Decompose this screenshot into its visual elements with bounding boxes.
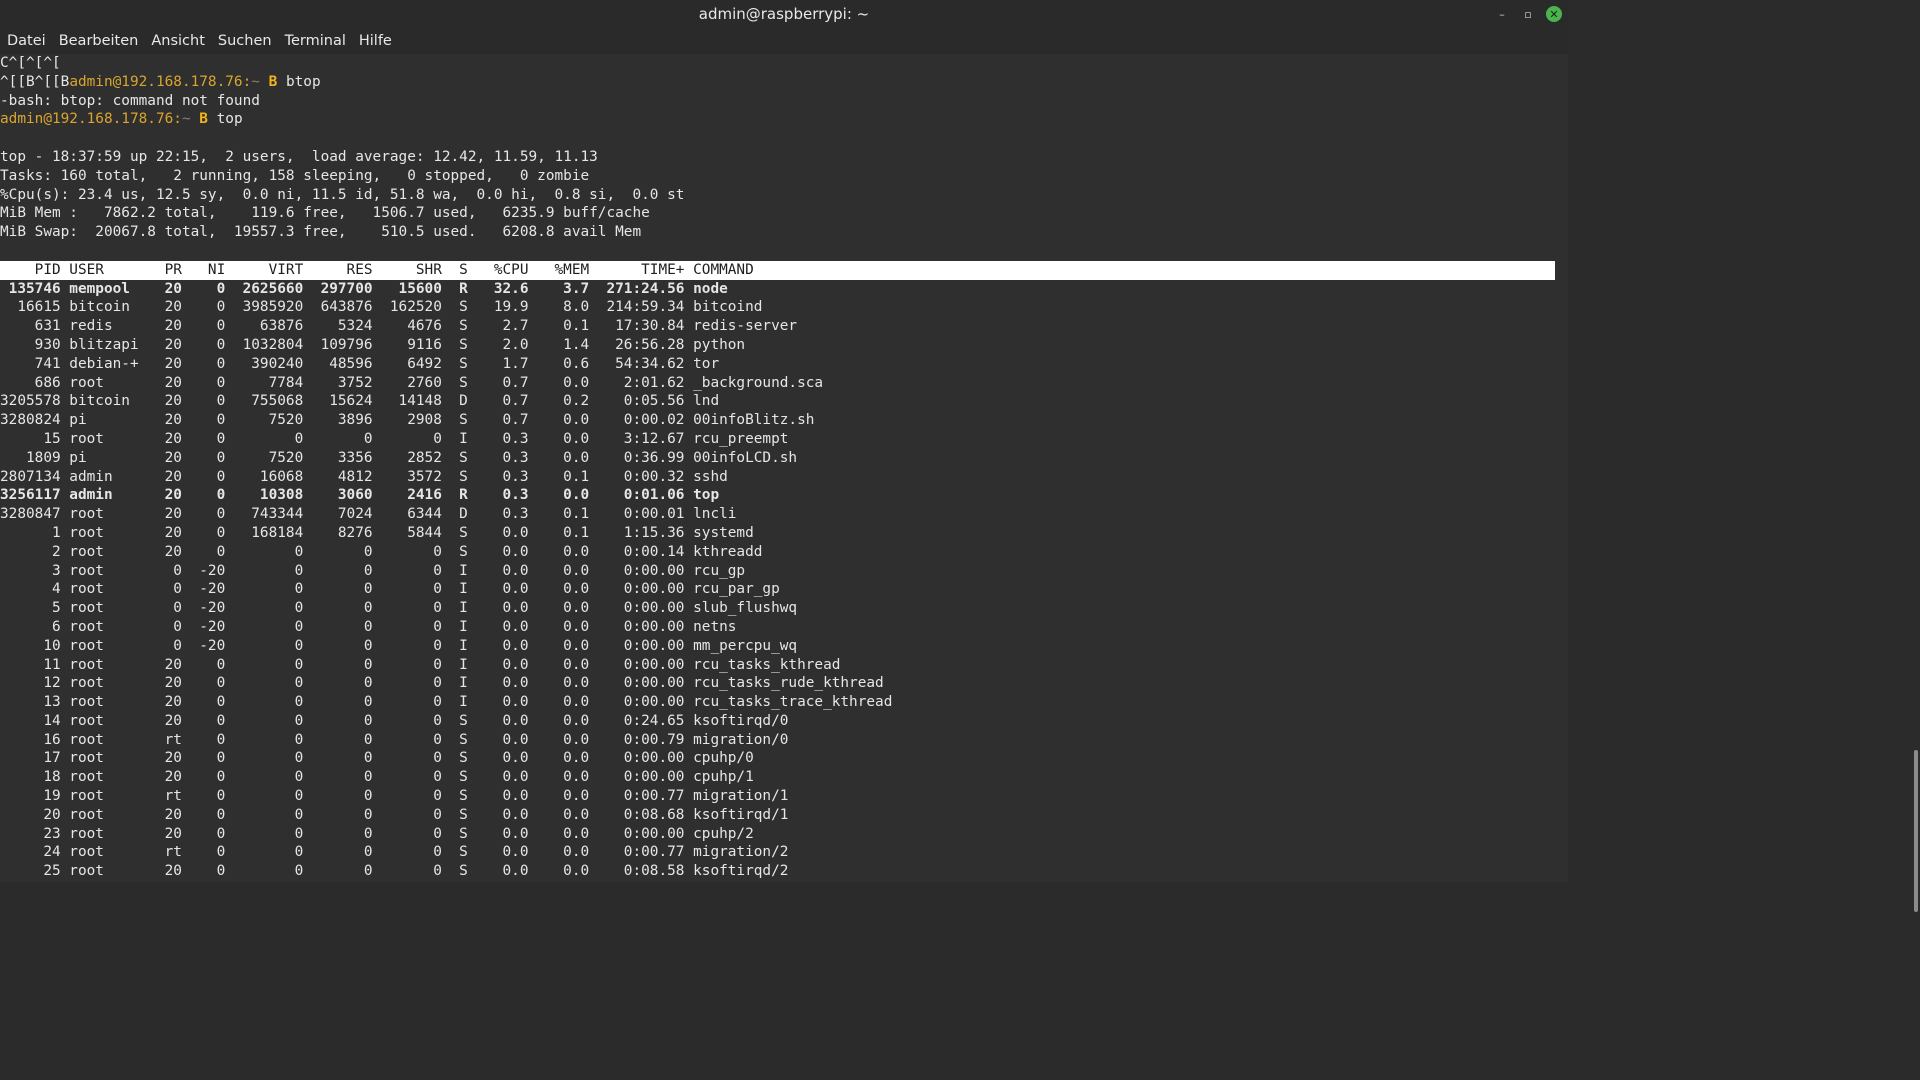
process-row[interactable]: 930 blitzapi 20 0 1032804 109796 9116 S … (0, 336, 1568, 355)
process-row[interactable]: 25 root 20 0 0 0 0 S 0.0 0.0 0:08.58 kso… (0, 862, 1568, 881)
process-row[interactable]: 686 root 20 0 7784 3752 2760 S 0.7 0.0 2… (0, 374, 1568, 393)
process-row[interactable]: 19 root rt 0 0 0 0 S 0.0 0.0 0:00.77 mig… (0, 787, 1568, 806)
prompt-path: ~ (251, 73, 260, 90)
process-row[interactable]: 2 root 20 0 0 0 0 S 0.0 0.0 0:00.14 kthr… (0, 543, 1568, 562)
window-controls: – ▫ ✕ (1494, 6, 1562, 22)
top-summary-line: MiB Mem : 7862.2 total, 119.6 free, 1506… (0, 205, 650, 222)
terminal-line: -bash: btop: command not found (0, 92, 1568, 111)
menu-bar: Datei Bearbeiten Ansicht Suchen Terminal… (0, 28, 1568, 54)
bitcoin-prompt-icon: B (199, 111, 208, 128)
process-row[interactable]: 4 root 0 -20 0 0 0 I 0.0 0.0 0:00.00 rcu… (0, 580, 1568, 599)
prompt-path: ~ (181, 111, 191, 128)
terminal-text: ^[[B^[[B (0, 73, 70, 90)
process-row[interactable]: 17 root 20 0 0 0 0 S 0.0 0.0 0:00.00 cpu… (0, 749, 1568, 768)
process-row[interactable]: 135746 mempool 20 0 2625660 297700 15600… (0, 280, 1568, 299)
process-row[interactable]: 16615 bitcoin 20 0 3985920 643876 162520… (0, 298, 1568, 317)
terminal-line: admin@192.168.178.76:~ B top (0, 110, 1568, 129)
terminal-text: C^[^[^[ (0, 55, 61, 71)
process-row[interactable]: 15 root 20 0 0 0 0 I 0.3 0.0 3:12.67 rcu… (0, 430, 1568, 449)
menu-datei[interactable]: Datei (0, 33, 52, 49)
process-row[interactable]: 12 root 20 0 0 0 0 I 0.0 0.0 0:00.00 rcu… (0, 674, 1568, 693)
process-row[interactable]: 14 root 20 0 0 0 0 S 0.0 0.0 0:24.65 kso… (0, 712, 1568, 731)
window-title: admin@raspberrypi: ~ (698, 5, 870, 23)
terminal-line: C^[^[^[ (0, 54, 1568, 73)
process-row[interactable]: 2807134 admin 20 0 16068 4812 3572 S 0.3… (0, 468, 1568, 487)
terminal-output[interactable]: C^[^[^[^[[B^[[Badmin@192.168.178.76:~ B … (0, 54, 1568, 882)
prompt-command: top (216, 111, 243, 128)
process-row[interactable]: 741 debian-+ 20 0 390240 48596 6492 S 1.… (0, 355, 1568, 374)
window-titlebar[interactable]: admin@raspberrypi: ~ – ▫ ✕ (0, 0, 1568, 28)
process-row[interactable]: 3280824 pi 20 0 7520 3896 2908 S 0.7 0.0… (0, 411, 1568, 430)
process-row[interactable]: 6 root 0 -20 0 0 0 I 0.0 0.0 0:00.00 net… (0, 618, 1568, 637)
process-row[interactable]: 13 root 20 0 0 0 0 I 0.0 0.0 0:00.00 rcu… (0, 693, 1568, 712)
terminal-text: -bash: btop: command not found (0, 92, 260, 109)
process-row[interactable]: 18 root 20 0 0 0 0 S 0.0 0.0 0:00.00 cpu… (0, 768, 1568, 787)
menu-terminal[interactable]: Terminal (278, 33, 352, 49)
terminal-scrollbar-thumb[interactable] (1914, 750, 1918, 912)
top-summary-line: top - 18:37:59 up 22:15, 2 users, load a… (0, 148, 598, 165)
top-summary-line: %Cpu(s): 23.4 us, 12.5 sy, 0.0 ni, 11.5 … (0, 186, 685, 203)
top-summary-line (0, 242, 1568, 261)
top-summary-line: MiB Swap: 20067.8 total, 19557.3 free, 5… (0, 224, 642, 241)
process-row[interactable]: 20 root 20 0 0 0 0 S 0.0 0.0 0:08.68 kso… (0, 806, 1568, 825)
process-row[interactable]: 5 root 0 -20 0 0 0 I 0.0 0.0 0:00.00 slu… (0, 599, 1568, 618)
bitcoin-prompt-icon: B (268, 73, 278, 90)
menu-hilfe[interactable]: Hilfe (352, 33, 398, 49)
maximize-icon[interactable]: ▫ (1520, 6, 1536, 22)
prompt-user-host: admin@192.168.178.76: (0, 111, 182, 128)
minimize-icon[interactable]: – (1494, 6, 1510, 22)
process-row[interactable]: 16 root rt 0 0 0 0 S 0.0 0.0 0:00.79 mig… (0, 731, 1568, 750)
process-row[interactable]: 631 redis 20 0 63876 5324 4676 S 2.7 0.1… (0, 317, 1568, 336)
process-row[interactable]: 3280847 root 20 0 743344 7024 6344 D 0.3… (0, 505, 1568, 524)
top-summary-line: Tasks: 160 total, 2 running, 158 sleepin… (0, 167, 590, 184)
menu-suchen[interactable]: Suchen (211, 33, 278, 49)
process-row[interactable]: 11 root 20 0 0 0 0 I 0.0 0.0 0:00.00 rcu… (0, 656, 1568, 675)
process-row[interactable]: 24 root rt 0 0 0 0 S 0.0 0.0 0:00.77 mig… (0, 843, 1568, 862)
process-row[interactable]: 1809 pi 20 0 7520 3356 2852 S 0.3 0.0 0:… (0, 449, 1568, 468)
process-row[interactable]: 10 root 0 -20 0 0 0 I 0.0 0.0 0:00.00 mm… (0, 637, 1568, 656)
process-row[interactable]: 23 root 20 0 0 0 0 S 0.0 0.0 0:00.00 cpu… (0, 825, 1568, 844)
process-table-header: PID USER PR NI VIRT RES SHR S %CPU %MEM … (0, 260, 1555, 280)
process-row[interactable]: 3 root 0 -20 0 0 0 I 0.0 0.0 0:00.00 rcu… (0, 562, 1568, 581)
prompt-command: btop (285, 73, 321, 90)
process-row[interactable]: 3256117 admin 20 0 10308 3060 2416 R 0.3… (0, 486, 1568, 505)
prompt-user-host: admin@192.168.178.76: (69, 73, 252, 90)
menu-bearbeiten[interactable]: Bearbeiten (52, 33, 145, 49)
menu-ansicht[interactable]: Ansicht (144, 33, 211, 49)
process-row[interactable]: 3205578 bitcoin 20 0 755068 15624 14148 … (0, 392, 1568, 411)
close-icon[interactable]: ✕ (1546, 6, 1562, 22)
terminal-line: ^[[B^[[Badmin@192.168.178.76:~ B btop (0, 73, 1568, 92)
terminal-scrollbar-track[interactable] (1912, 54, 1920, 912)
process-row[interactable]: 1 root 20 0 168184 8276 5844 S 0.0 0.1 1… (0, 524, 1568, 543)
